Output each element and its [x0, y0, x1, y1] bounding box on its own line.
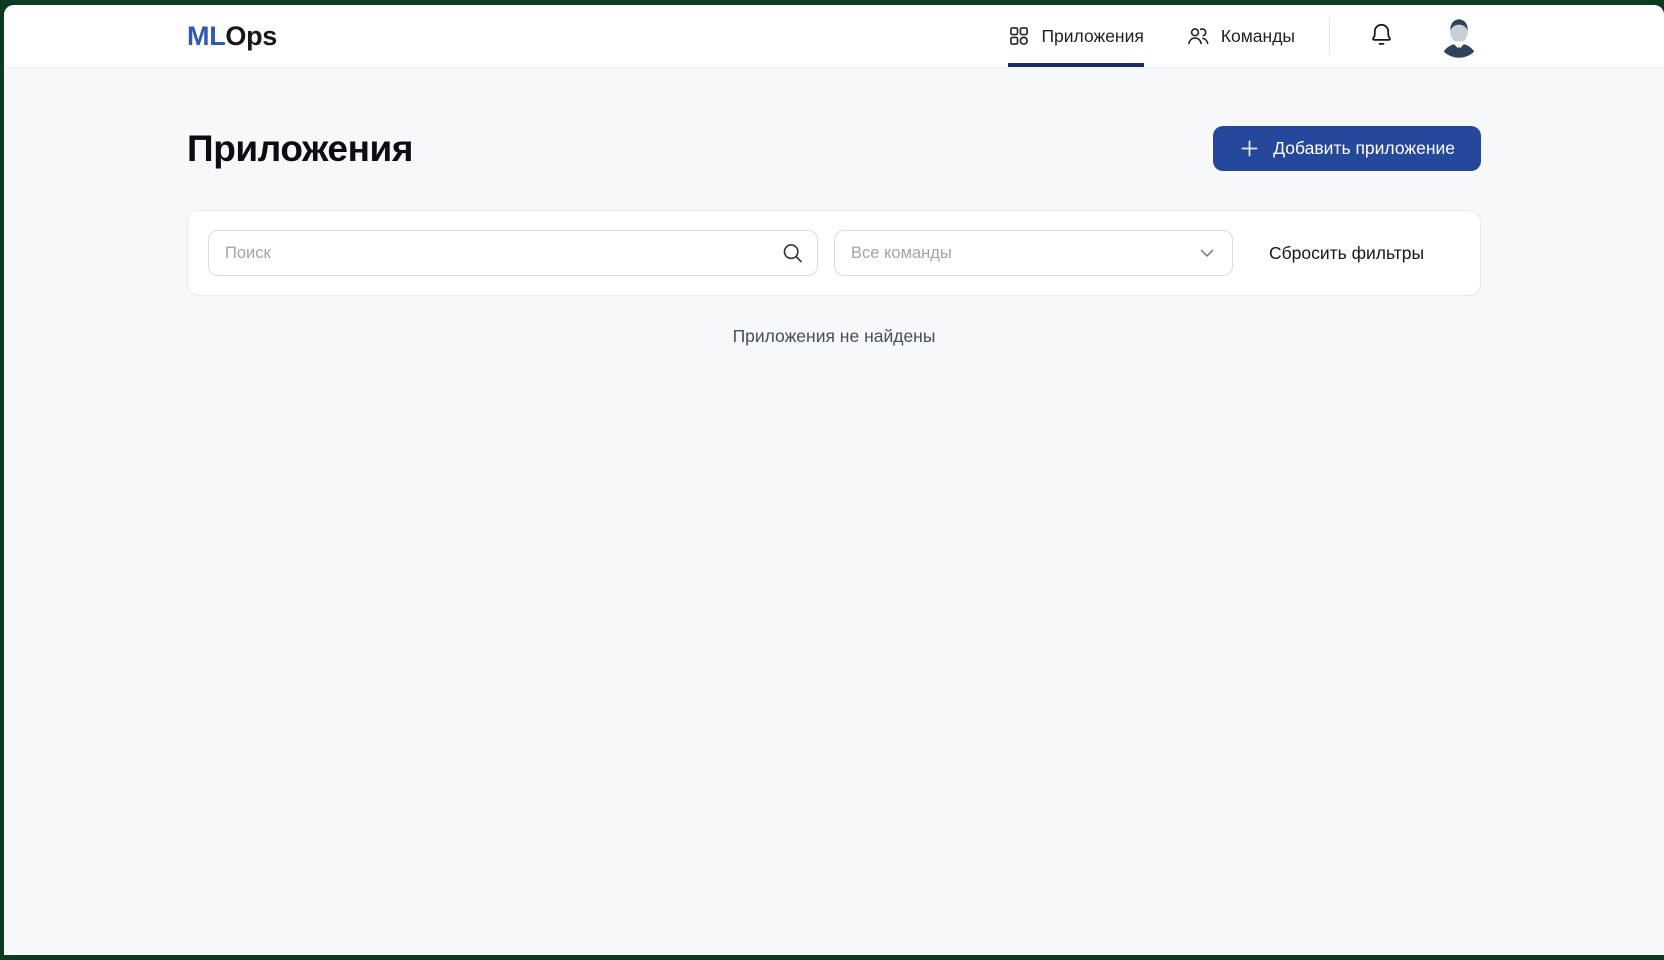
bell-icon: [1368, 21, 1395, 51]
logo-part-ops: Ops: [225, 21, 277, 51]
add-application-button[interactable]: Добавить приложение: [1213, 126, 1481, 171]
add-application-label: Добавить приложение: [1273, 138, 1455, 159]
app-window: MLOps Приложения: [4, 5, 1664, 955]
header-divider: [1329, 18, 1330, 54]
nav-tab-applications-label: Приложения: [1041, 26, 1143, 47]
nav-tab-teams-label: Команды: [1221, 26, 1295, 47]
grid-icon: [1008, 25, 1030, 47]
reset-filters-button[interactable]: Сбросить фильтры: [1265, 237, 1428, 270]
plus-icon: [1239, 138, 1260, 159]
reset-filters-wrap: Сбросить фильтры: [1233, 237, 1460, 270]
nav-tab-teams[interactable]: Команды: [1186, 5, 1295, 67]
nav-tab-applications[interactable]: Приложения: [1008, 5, 1143, 67]
main-content: Приложения Добавить приложение: [187, 68, 1481, 347]
team-filter-value: Все команды: [851, 244, 952, 263]
page-title: Приложения: [187, 128, 413, 170]
filters-panel: Все команды Сбросить фильтры: [187, 210, 1481, 296]
title-row: Приложения Добавить приложение: [187, 126, 1481, 171]
notifications-button[interactable]: [1364, 17, 1399, 55]
mlops-logo[interactable]: MLOps: [187, 21, 277, 52]
top-navbar: MLOps Приложения: [4, 5, 1664, 68]
users-icon: [1186, 24, 1210, 48]
user-avatar[interactable]: [1437, 14, 1481, 58]
chevron-down-icon: [1196, 242, 1218, 264]
empty-state-message: Приложения не найдены: [187, 326, 1481, 347]
search-input[interactable]: [208, 230, 818, 276]
main-nav: Приложения Команды: [1008, 5, 1295, 67]
logo-part-ml: ML: [187, 21, 225, 51]
team-filter-select[interactable]: Все команды: [834, 230, 1233, 276]
search-field-wrap: [208, 230, 818, 276]
